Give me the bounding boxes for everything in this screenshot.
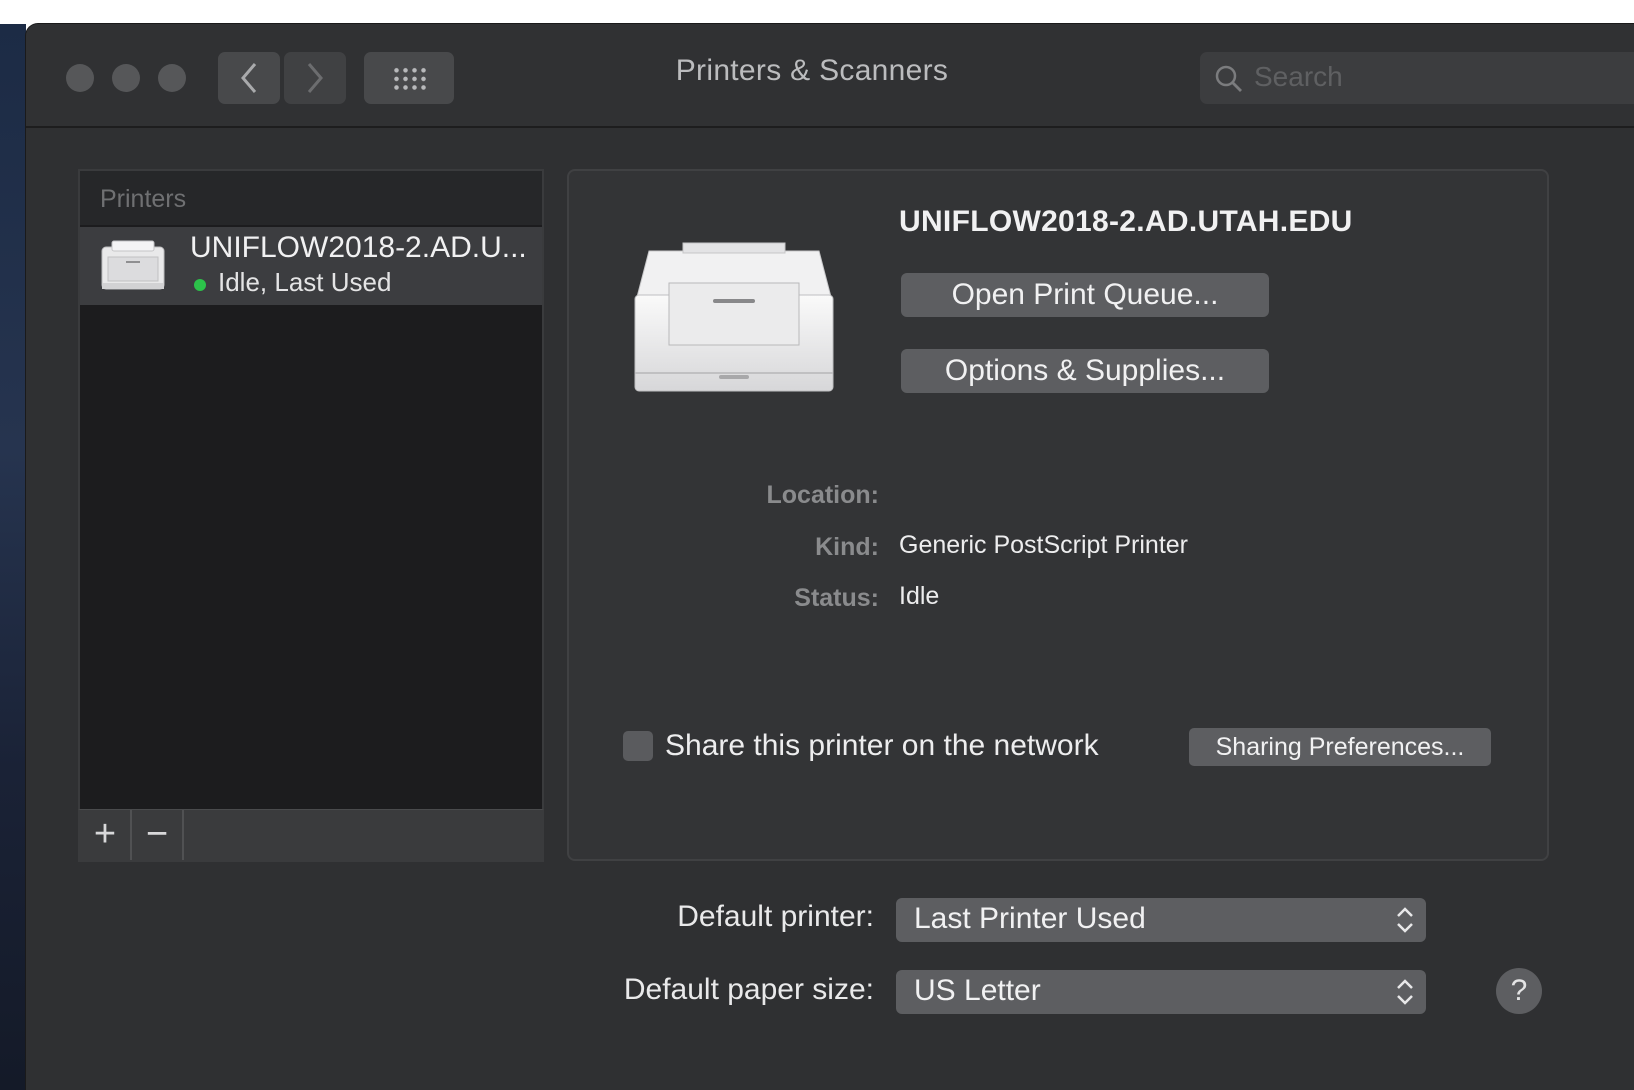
options-supplies-button[interactable]: Options & Supplies... xyxy=(901,349,1269,393)
share-printer-label[interactable]: Share this printer on the network xyxy=(665,729,1099,763)
default-printer-value: Last Printer Used xyxy=(914,902,1146,935)
printer-list-toolbar: + − xyxy=(78,809,544,862)
printers-scanners-window: Printers & Scanners Search Printers UNIF… xyxy=(26,24,1634,1090)
default-printer-popup[interactable]: Last Printer Used xyxy=(896,898,1426,942)
printer-detail-panel: UNIFLOW2018-2.AD.UTAH.EDU Open Print Que… xyxy=(567,169,1549,861)
status-label: Status: xyxy=(794,584,879,612)
popup-arrows-icon xyxy=(1397,979,1413,1005)
open-print-queue-button[interactable]: Open Print Queue... xyxy=(901,273,1269,317)
kind-label: Kind: xyxy=(815,533,879,561)
default-paper-size-value: US Letter xyxy=(914,974,1041,1007)
search-placeholder: Search xyxy=(1254,61,1343,92)
share-printer-checkbox[interactable] xyxy=(623,731,653,761)
search-icon xyxy=(1215,65,1242,92)
printer-list: Printers UNIFLOW2018-2.AD.U... Idle, Las… xyxy=(78,169,544,861)
printer-list-item-status: Idle, Last Used xyxy=(218,267,392,297)
help-button[interactable]: ? xyxy=(1496,968,1542,1014)
printer-list-item[interactable]: UNIFLOW2018-2.AD.U... Idle, Last Used xyxy=(80,227,542,305)
status-value: Idle xyxy=(899,582,940,610)
search-field[interactable]: Search xyxy=(1200,52,1634,104)
desktop-background xyxy=(0,24,26,1090)
default-paper-size-label: Default paper size: xyxy=(623,973,874,1006)
sharing-preferences-button[interactable]: Sharing Preferences... xyxy=(1189,728,1491,766)
add-printer-button[interactable]: + xyxy=(80,810,132,860)
popup-arrows-icon xyxy=(1397,907,1413,933)
remove-printer-button[interactable]: − xyxy=(132,810,184,860)
location-label: Location: xyxy=(766,481,880,509)
printer-list-item-name: UNIFLOW2018-2.AD.U... xyxy=(190,231,527,264)
printer-icon xyxy=(101,240,165,290)
printer-icon xyxy=(634,242,834,392)
title-bar: Printers & Scanners Search xyxy=(26,24,1634,128)
default-printer-label: Default printer: xyxy=(677,900,874,933)
default-paper-size-popup[interactable]: US Letter xyxy=(896,970,1426,1014)
kind-value: Generic PostScript Printer xyxy=(899,531,1188,559)
printer-name-heading: UNIFLOW2018-2.AD.UTAH.EDU xyxy=(899,205,1353,238)
printer-list-header: Printers xyxy=(80,171,542,225)
status-indicator xyxy=(194,279,206,291)
